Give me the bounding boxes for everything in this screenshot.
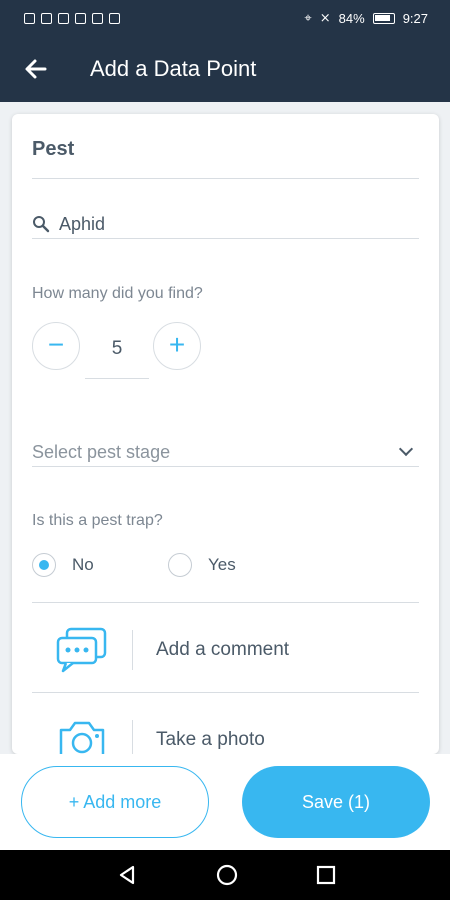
trap-no-radio[interactable]: No bbox=[32, 553, 94, 577]
camera-icon bbox=[32, 705, 132, 754]
chevron-down-icon bbox=[398, 441, 414, 457]
count-question: How many did you find? bbox=[32, 285, 203, 302]
back-triangle-icon[interactable] bbox=[115, 863, 139, 887]
bottom-action-bar: + Add more Save (1) bbox=[0, 754, 450, 850]
pest-section-title: Pest bbox=[32, 138, 75, 160]
count-value[interactable]: 5 bbox=[85, 335, 149, 379]
take-photo-label: Take a photo bbox=[156, 729, 265, 750]
pest-stage-select[interactable]: Select pest stage bbox=[32, 438, 419, 466]
status-bar: ⌖ ⨯ 84% 9:27 bbox=[0, 0, 450, 36]
eye-icon bbox=[58, 12, 69, 24]
battery-icon bbox=[372, 12, 395, 24]
usb-icon bbox=[75, 12, 86, 24]
pest-search-field[interactable] bbox=[32, 207, 419, 241]
media-icon bbox=[92, 12, 103, 24]
battery-percent: 84% bbox=[338, 10, 365, 26]
search-icon bbox=[33, 216, 50, 233]
back-arrow-icon[interactable] bbox=[0, 36, 70, 102]
back-arrow-svg bbox=[25, 59, 47, 79]
radio-unselected-icon bbox=[168, 553, 192, 577]
recent-square-icon[interactable] bbox=[314, 863, 338, 887]
message-icon bbox=[109, 12, 120, 24]
comment-separator bbox=[132, 630, 133, 670]
location-icon: ⌖ bbox=[304, 10, 312, 25]
stage-underline bbox=[32, 466, 419, 467]
pest-search-input[interactable] bbox=[59, 213, 399, 235]
actions-divider-middle bbox=[32, 692, 419, 693]
add-comment-row[interactable]: Add a comment bbox=[32, 605, 419, 695]
radio-selected-icon bbox=[32, 553, 56, 577]
silent-icon: ⨯ bbox=[319, 10, 331, 25]
trap-no-label: No bbox=[72, 555, 94, 574]
app-bar: Add a Data Point bbox=[0, 36, 450, 102]
quantity-stepper: − 5 + bbox=[32, 322, 210, 386]
data-point-form-card: Pest How many did you find? − 5 + Select… bbox=[12, 114, 439, 754]
add-more-button[interactable]: + Add more bbox=[21, 766, 209, 838]
pest-stage-placeholder: Select pest stage bbox=[32, 441, 171, 462]
actions-divider-top bbox=[32, 602, 419, 603]
clock: 9:27 bbox=[402, 10, 428, 26]
sim-icon bbox=[24, 12, 35, 24]
status-icons-left bbox=[24, 12, 120, 24]
home-circle-icon[interactable] bbox=[215, 863, 239, 887]
search-underline bbox=[32, 238, 419, 239]
decrease-count-button[interactable]: − bbox=[32, 322, 80, 370]
take-photo-row[interactable]: Take a photo bbox=[32, 695, 419, 754]
trap-yes-label: Yes bbox=[208, 555, 236, 574]
wifi-icon bbox=[41, 12, 52, 24]
trap-yes-radio[interactable]: Yes bbox=[168, 553, 236, 577]
page-title: Add a Data Point bbox=[90, 56, 257, 81]
save-button[interactable]: Save (1) bbox=[242, 766, 430, 838]
android-navigation-bar bbox=[0, 850, 450, 900]
title-divider bbox=[32, 178, 419, 179]
comment-icon bbox=[32, 615, 132, 685]
add-comment-label: Add a comment bbox=[156, 639, 290, 660]
status-icons-right: ⌖ ⨯ 84% 9:27 bbox=[304, 10, 428, 26]
trap-radio-group: No Yes bbox=[32, 553, 419, 581]
increase-count-button[interactable]: + bbox=[153, 322, 201, 370]
photo-separator bbox=[132, 720, 133, 754]
trap-question: Is this a pest trap? bbox=[32, 512, 163, 529]
